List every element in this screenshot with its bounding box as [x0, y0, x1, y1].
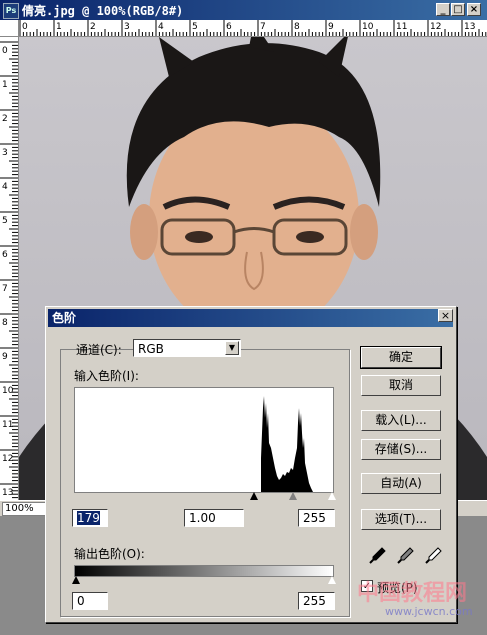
dialog-close-button[interactable]: ×: [438, 309, 453, 322]
ok-button[interactable]: 确定: [360, 346, 442, 369]
channel-label: 通道(C):: [76, 343, 122, 357]
ruler-top-label: 13: [464, 22, 475, 32]
input-gamma-field[interactable]: 1.00: [184, 509, 244, 527]
chevron-down-icon[interactable]: ▼: [225, 341, 239, 355]
ruler-top-label: 10: [362, 22, 374, 32]
output-white-field[interactable]: 255: [298, 592, 335, 610]
ruler-left-label: 4: [2, 182, 8, 192]
ruler-top-label: 12: [430, 22, 441, 32]
photoshop-icon: Ps: [3, 3, 19, 19]
ruler-top-label: 1: [56, 22, 62, 32]
ruler-top-label: 8: [294, 22, 300, 32]
output-black-field[interactable]: 0: [72, 592, 108, 610]
ruler-top-label: 6: [226, 22, 232, 32]
ruler-top-label: 0: [22, 22, 28, 32]
gray-eyedropper-icon[interactable]: [396, 545, 416, 565]
minimize-button[interactable]: _: [436, 3, 450, 16]
ruler-top-label: 7: [260, 22, 266, 32]
options-button[interactable]: 选项(T)...: [361, 509, 441, 530]
watermark-text: 中国教程网: [357, 581, 468, 606]
document-titlebar: Ps 倩亮.jpg @ 100%(RGB/8#) _ □ ×: [0, 0, 487, 20]
ruler-left-label: 5: [2, 216, 8, 226]
output-gradient-bar: [74, 565, 334, 577]
input-black-value: 179: [77, 511, 100, 525]
ruler-left-label: 6: [2, 250, 8, 260]
watermark-url: www.jcwcn.com: [385, 605, 473, 618]
output-levels-label: 输出色阶(O):: [74, 547, 145, 561]
save-button[interactable]: 存储(S)...: [361, 439, 441, 460]
input-black-slider[interactable]: [250, 492, 258, 500]
ruler-top-label: 9: [328, 22, 334, 32]
auto-button[interactable]: 自动(A): [361, 473, 441, 494]
ruler-top-label: 3: [124, 22, 130, 32]
ruler-left-label: 8: [2, 318, 8, 328]
ruler-left-label: 7: [2, 284, 8, 294]
ruler-top[interactable]: 0 1 2 3 4 5 6 7 8 9 10 11 12 13: [0, 20, 487, 37]
document-title: 倩亮.jpg @ 100%(RGB/8#): [22, 4, 184, 18]
black-eyedropper-icon[interactable]: [368, 545, 388, 565]
ruler-left[interactable]: 0 1 2 3 4 5 6 7 8 9 10 11 12 13: [0, 36, 19, 516]
zoom-level-field[interactable]: 100%: [2, 502, 48, 516]
white-eyedropper-icon[interactable]: [424, 545, 444, 565]
maximize-button[interactable]: □: [451, 3, 465, 16]
close-window-button[interactable]: ×: [467, 3, 481, 16]
input-levels-label: 输入色阶(I):: [74, 369, 139, 383]
ruler-top-label: 5: [192, 22, 198, 32]
load-button[interactable]: 载入(L)...: [361, 410, 441, 431]
ruler-left-label: 9: [2, 352, 8, 362]
histogram: [74, 387, 334, 493]
ruler-top-label: 11: [396, 22, 407, 32]
cancel-button[interactable]: 取消: [361, 375, 441, 396]
ruler-left-label: 3: [2, 148, 8, 158]
input-gamma-slider[interactable]: [289, 492, 297, 500]
dialog-title: 色阶: [48, 309, 453, 327]
input-white-field[interactable]: 255: [298, 509, 335, 527]
ruler-left-label: 0: [2, 46, 8, 56]
ruler-corner[interactable]: [0, 20, 19, 37]
channel-select[interactable]: RGB ▼: [133, 339, 241, 357]
input-black-field[interactable]: 179: [72, 509, 108, 527]
ruler-left-label: 1: [2, 80, 8, 90]
ruler-left-label: 12: [2, 454, 13, 464]
ruler-left-label: 11: [2, 420, 13, 430]
ruler-top-label: 2: [90, 22, 96, 32]
ruler-left-ticks: 012345678910111213: [0, 41, 18, 516]
channel-value: RGB: [138, 342, 164, 356]
ruler-top-label: 4: [158, 22, 164, 32]
histogram-graph: [261, 396, 313, 492]
input-white-slider[interactable]: [328, 492, 336, 500]
ruler-left-label: 10: [2, 386, 14, 396]
ruler-top-ticks: 0 1 2 3 4 5 6 7 8 9 10 11 12 13: [19, 20, 487, 36]
ruler-left-label: 2: [2, 114, 8, 124]
output-white-slider[interactable]: [328, 576, 336, 584]
output-black-slider[interactable]: [72, 576, 80, 584]
ruler-left-label: 13: [2, 488, 13, 498]
